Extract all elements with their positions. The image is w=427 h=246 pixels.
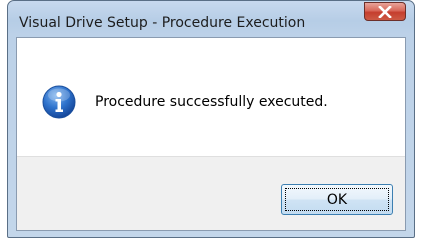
title-bar[interactable]: Visual Drive Setup - Procedure Execution xyxy=(8,1,414,37)
close-button[interactable] xyxy=(364,2,406,21)
window-title: Visual Drive Setup - Procedure Execution xyxy=(19,15,306,31)
close-icon xyxy=(378,5,392,18)
ok-button-label: OK xyxy=(285,188,389,211)
dialog-body: Procedure successfully executed. OK xyxy=(16,37,406,231)
information-icon xyxy=(42,85,76,119)
message-area: Procedure successfully executed. xyxy=(17,38,405,156)
message-text: Procedure successfully executed. xyxy=(95,94,328,110)
ok-button[interactable]: OK xyxy=(281,184,393,215)
dialog-window: Visual Drive Setup - Procedure Execution xyxy=(7,0,415,238)
button-bar: OK xyxy=(17,156,405,230)
